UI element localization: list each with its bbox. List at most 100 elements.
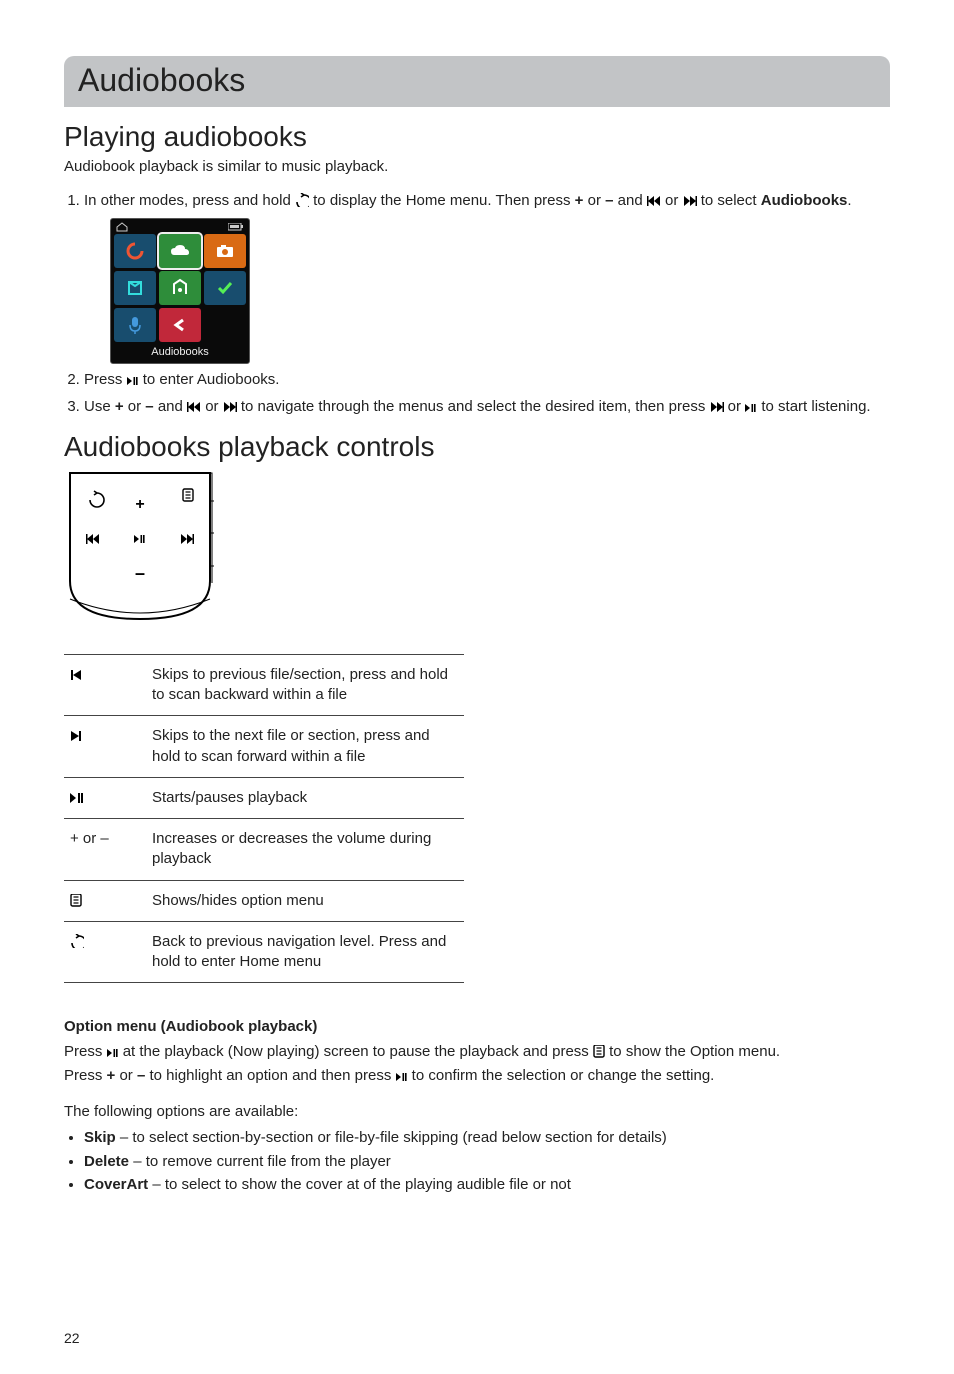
plus-symbol: + <box>575 192 584 209</box>
step3-and: and <box>158 398 187 415</box>
back-desc: Back to previous navigation level. Press… <box>146 921 464 983</box>
home-menu-caption: Audiobooks <box>114 342 246 364</box>
svg-text:+: + <box>135 496 144 513</box>
hm-audiobooks-icon <box>159 271 201 305</box>
hm-music-icon <box>114 234 156 268</box>
step3-or1: or <box>128 398 146 415</box>
device-controls-diagram: + – <box>64 471 216 625</box>
hm-book-icon <box>114 271 156 305</box>
menu-desc: Shows/hides option menu <box>146 880 464 921</box>
next-track-icon <box>64 716 146 778</box>
back-icon <box>64 921 146 983</box>
step3-plus: + <box>115 398 124 415</box>
play-desc: Starts/pauses playback <box>146 777 464 818</box>
hm-mic-icon <box>114 308 156 342</box>
step1-text-a: In other modes, press and hold <box>84 192 295 209</box>
opt-l1-a: Press <box>64 1043 107 1060</box>
next-desc: Skips to the next file or section, press… <box>146 716 464 778</box>
cover-desc: – to select to show the cover at of the … <box>148 1176 571 1193</box>
opt-l2-minus: – <box>137 1067 145 1084</box>
table-row: Starts/pauses playback <box>64 777 464 818</box>
prev-track-icon <box>64 654 146 716</box>
page: Audiobooks Playing audiobooks Audiobook … <box>0 0 954 1374</box>
play-pause-icon <box>396 1072 408 1082</box>
option-skip: Skip – to select section-by-section or f… <box>84 1128 890 1148</box>
prev-desc: Skips to previous file/section, press an… <box>146 654 464 716</box>
table-row: + or – Increases or decreases the volume… <box>64 819 464 881</box>
option-delete: Delete – to remove current file from the… <box>84 1152 890 1172</box>
step3-b: to navigate through the menus and select… <box>241 398 710 415</box>
step3-c: to start listening. <box>761 398 870 415</box>
step2-a: Press <box>84 371 127 388</box>
skip-label: Skip <box>84 1129 116 1146</box>
play-pause-icon <box>745 403 757 413</box>
opt-l2-plus: + <box>107 1067 116 1084</box>
controls-table: Skips to previous file/section, press an… <box>64 654 464 984</box>
play-pause-icon <box>64 777 146 818</box>
step1-period: . <box>847 192 851 209</box>
home-icon <box>116 222 128 232</box>
table-row: Skips to the next file or section, press… <box>64 716 464 778</box>
opt-l2-b: to highlight an option and then press <box>149 1067 395 1084</box>
option-line2: Press + or – to highlight an option and … <box>64 1066 890 1086</box>
hm-check-icon <box>204 271 246 305</box>
back-icon <box>295 193 309 207</box>
skip-back-icon <box>647 195 661 207</box>
volume-symbols: + or – <box>64 819 146 881</box>
opt-l1-c: to show the Option menu. <box>609 1043 780 1060</box>
home-menu-statusbar <box>114 222 246 234</box>
hm-cloud-icon <box>159 234 201 268</box>
step-3: Use + or – and or to navigate through th… <box>84 397 890 417</box>
opt-l2-a: Press <box>64 1067 107 1084</box>
hm-empty <box>204 308 246 342</box>
section-playing-title: Playing audiobooks <box>64 121 890 153</box>
delete-desc: – to remove current file from the player <box>129 1153 391 1170</box>
hm-back-red-icon <box>159 308 201 342</box>
step1-and: and <box>618 192 647 209</box>
svg-text:–: – <box>135 563 145 583</box>
cover-label: CoverArt <box>84 1176 148 1193</box>
minus-symbol: – <box>605 192 613 209</box>
step3-minus: – <box>145 398 153 415</box>
opt-l2-c: to confirm the selection or change the s… <box>412 1067 715 1084</box>
skip-desc: – to select section-by-section or file-b… <box>116 1129 667 1146</box>
delete-label: Delete <box>84 1153 129 1170</box>
page-number: 22 <box>64 1330 80 1346</box>
skip-back-icon <box>187 401 201 413</box>
step1-text-b: to display the Home menu. Then press <box>313 192 575 209</box>
section-controls-title: Audiobooks playback controls <box>64 431 890 463</box>
skip-forward-icon <box>683 195 697 207</box>
step3-a: Use <box>84 398 115 415</box>
option-menu-heading: Option menu (Audiobook playback) <box>64 1017 890 1037</box>
step1-tosel: to select <box>701 192 761 209</box>
menu-icon <box>64 880 146 921</box>
options-available: The following options are available: <box>64 1102 890 1122</box>
home-menu-grid <box>114 234 246 342</box>
opt-l2-or: or <box>119 1067 137 1084</box>
step3-or2: or <box>205 398 223 415</box>
opt-l1-b: at the playback (Now playing) screen to … <box>123 1043 593 1060</box>
option-line1: Press at the playback (Now playing) scre… <box>64 1042 890 1062</box>
battery-icon <box>228 223 244 231</box>
options-list: Skip – to select section-by-section or f… <box>64 1128 890 1195</box>
skip-forward-icon <box>223 401 237 413</box>
option-coverart: CoverArt – to select to show the cover a… <box>84 1175 890 1195</box>
playing-intro: Audiobook playback is similar to music p… <box>64 157 890 177</box>
step3-or3: or <box>728 398 746 415</box>
home-menu-screenshot: Audiobooks <box>110 218 250 365</box>
chapter-bar: Audiobooks <box>64 56 890 107</box>
table-row: Shows/hides option menu <box>64 880 464 921</box>
play-pause-icon <box>127 376 139 386</box>
table-row: Skips to previous file/section, press an… <box>64 654 464 716</box>
skip-forward-icon <box>710 401 724 413</box>
chapter-title: Audiobooks <box>78 62 876 99</box>
step-2: Press to enter Audiobooks. <box>84 370 890 390</box>
step1-or1: or <box>588 192 606 209</box>
vol-desc: Increases or decreases the volume during… <box>146 819 464 881</box>
menu-icon <box>593 1045 605 1058</box>
play-pause-icon <box>107 1048 119 1058</box>
step-1: In other modes, press and hold to displa… <box>84 191 890 364</box>
hm-camera-icon <box>204 234 246 268</box>
playing-steps: In other modes, press and hold to displa… <box>64 191 890 417</box>
step1-or2: or <box>665 192 683 209</box>
